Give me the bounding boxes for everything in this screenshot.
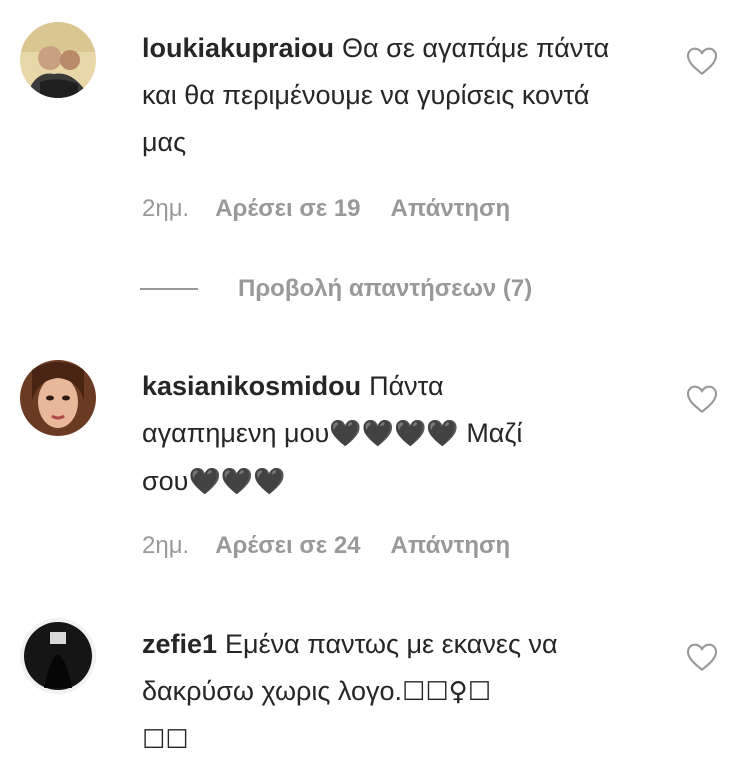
heart-icon[interactable]	[686, 642, 718, 672]
unrendered-emoji-glyphs: ☐☐	[142, 725, 189, 755]
comment-username[interactable]: zefie1	[142, 629, 217, 659]
comment-meta: 2ημ. Αρέσει σε 19 Απάντηση	[142, 195, 510, 223]
comment-text-line2-end: Μαζί	[458, 418, 523, 448]
comment-username[interactable]: loukiakupraiou	[142, 33, 334, 63]
likes-count-link[interactable]: Αρέσει σε 24	[215, 532, 360, 560]
view-replies-button[interactable]: Προβολή απαντήσεων (7)	[140, 272, 532, 306]
avatar-kasianikosmidou[interactable]	[20, 360, 96, 436]
replies-divider-line	[140, 288, 198, 290]
heart-icon[interactable]	[686, 46, 718, 76]
comment-text-line3: σου	[142, 466, 189, 496]
comment-body: loukiakupraiou Θα σε αγαπάμε πάντα και θα…	[142, 25, 622, 166]
comment-body: zefie1 Εμένα παντως με εκανες να δακρύσω …	[142, 621, 622, 764]
view-replies-label: Προβολή απαντήσεων (7)	[238, 275, 533, 302]
comment-text-line1: Πάντα	[369, 371, 444, 401]
reply-button[interactable]: Απάντηση	[391, 532, 511, 560]
unrendered-emoji-glyphs: ☐☐♀☐	[402, 677, 492, 707]
likes-count-link[interactable]: Αρέσει σε 19	[215, 195, 360, 223]
black-heart-emojis: 🖤🖤🖤🖤	[329, 419, 459, 449]
heart-icon[interactable]	[686, 384, 718, 414]
comment-body: kasianikosmidou Πάντα αγαπημενη μου🖤🖤🖤🖤 Μ…	[142, 363, 622, 506]
comment-text-line2: αγαπημενη μου	[142, 418, 330, 448]
comment-timestamp[interactable]: 2ημ.	[142, 532, 189, 560]
avatar-loukiakupraiou[interactable]	[20, 22, 96, 98]
reply-button[interactable]: Απάντηση	[391, 195, 511, 223]
avatar-zefie1[interactable]	[20, 618, 96, 694]
black-heart-emojis: 🖤🖤🖤	[188, 467, 286, 497]
comment-username[interactable]: kasianikosmidou	[142, 371, 361, 401]
comment-timestamp[interactable]: 2ημ.	[142, 195, 189, 223]
comment-meta: 2ημ. Αρέσει σε 24 Απάντηση	[142, 532, 510, 560]
